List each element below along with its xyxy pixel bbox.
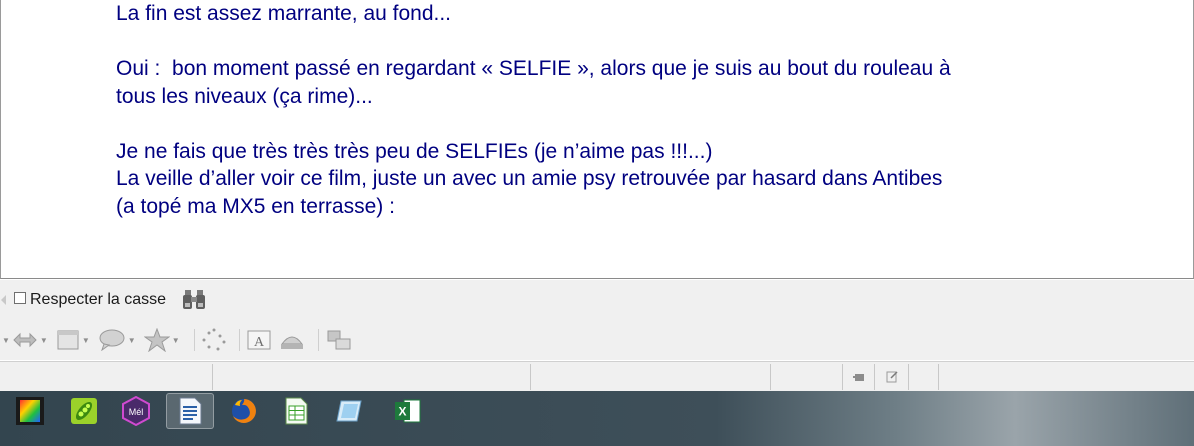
writer-icon — [179, 397, 202, 425]
mel-app-icon: Mél — [122, 396, 150, 426]
taskbar-mel-app[interactable]: Mél — [112, 393, 160, 429]
toolbar-separator — [317, 329, 319, 351]
taskbar-pea-app[interactable] — [60, 393, 108, 429]
dropdown-arrow-icon[interactable]: ▼ — [82, 336, 90, 345]
calc-icon — [285, 397, 308, 425]
paragraph-1[interactable]: La fin est assez marrante, au fond... — [116, 0, 1096, 28]
group-icon[interactable] — [325, 325, 353, 355]
taskbar-ebook-app[interactable] — [326, 393, 374, 429]
flowchart-icon[interactable]: ▼ — [56, 325, 92, 355]
match-case-label: Respecter la casse — [30, 291, 167, 308]
find-previous-arrow-icon[interactable] — [0, 295, 6, 305]
star-icon[interactable]: ▼ — [143, 325, 182, 355]
empty-paragraph[interactable] — [116, 28, 1096, 56]
callout-icon[interactable]: ▼ — [98, 325, 138, 355]
line-arrow-dropdown-icon[interactable]: ▼ — [2, 336, 10, 345]
paragraph-6[interactable]: (a topé ma MX5 en terrasse) : — [116, 193, 1096, 221]
status-page-cell[interactable] — [0, 364, 213, 390]
taskbar-excel[interactable]: X — [384, 393, 432, 429]
match-case-option[interactable]: Respecter la casse — [14, 291, 166, 309]
drawing-toolbar: ▼ ▼ ▼ ▼ ▼ A — [0, 320, 1194, 360]
paragraph-5[interactable]: La veille d’aller voir ce film, juste un… — [116, 165, 1096, 193]
document-modified-icon — [886, 371, 898, 383]
match-case-checkbox[interactable] — [14, 291, 26, 304]
points-icon[interactable] — [201, 325, 227, 355]
double-arrow-icon[interactable]: ▼ — [12, 325, 50, 355]
dropdown-arrow-icon[interactable]: ▼ — [128, 336, 136, 345]
taskbar-calc[interactable] — [272, 393, 320, 429]
status-word-count-cell[interactable] — [213, 364, 531, 390]
fontwork-icon[interactable]: A — [246, 325, 272, 355]
windows-taskbar: Mél X — [0, 391, 1194, 446]
document-text[interactable]: La fin est assez marrante, au fond... Ou… — [116, 0, 1096, 220]
status-selection-mode-cell[interactable] — [843, 364, 875, 390]
dropdown-arrow-icon[interactable]: ▼ — [172, 336, 180, 345]
3d-extrusion-icon[interactable] — [278, 325, 306, 355]
document-page[interactable]: La fin est assez marrante, au fond... Ou… — [0, 0, 1194, 279]
svg-text:X: X — [398, 405, 406, 419]
status-bar — [0, 361, 1194, 391]
pea-app-icon — [71, 398, 97, 424]
status-page-style-cell[interactable] — [531, 364, 771, 390]
paragraph-4[interactable]: Je ne fais que très très très peu de SEL… — [116, 138, 1096, 166]
empty-paragraph[interactable] — [116, 110, 1096, 138]
status-signature-cell[interactable] — [909, 364, 939, 390]
taskbar-video-editor[interactable] — [6, 393, 54, 429]
status-language-cell[interactable] — [771, 364, 843, 390]
paragraph-3[interactable]: tous les niveaux (ça rime)... — [116, 83, 1096, 111]
taskbar-firefox[interactable] — [220, 393, 268, 429]
svg-text:Mél: Mél — [129, 407, 144, 417]
toolbar-separator — [238, 329, 240, 351]
selection-mode-icon — [852, 374, 864, 381]
find-and-replace-binoculars-icon[interactable] — [180, 287, 208, 313]
taskbar-writer[interactable] — [166, 393, 214, 429]
status-document-modified-cell[interactable] — [875, 364, 909, 390]
dropdown-arrow-icon[interactable]: ▼ — [40, 336, 48, 345]
firefox-icon — [232, 399, 256, 423]
ebook-app-icon — [336, 400, 362, 422]
paragraph-2[interactable]: Oui : bon moment passé en regardant « SE… — [116, 55, 1096, 83]
video-editor-icon — [16, 397, 44, 425]
find-toolbar: Respecter la casse — [0, 280, 1194, 320]
toolbar-separator — [193, 329, 195, 351]
excel-icon: X — [395, 399, 421, 423]
svg-text:A: A — [254, 335, 265, 350]
